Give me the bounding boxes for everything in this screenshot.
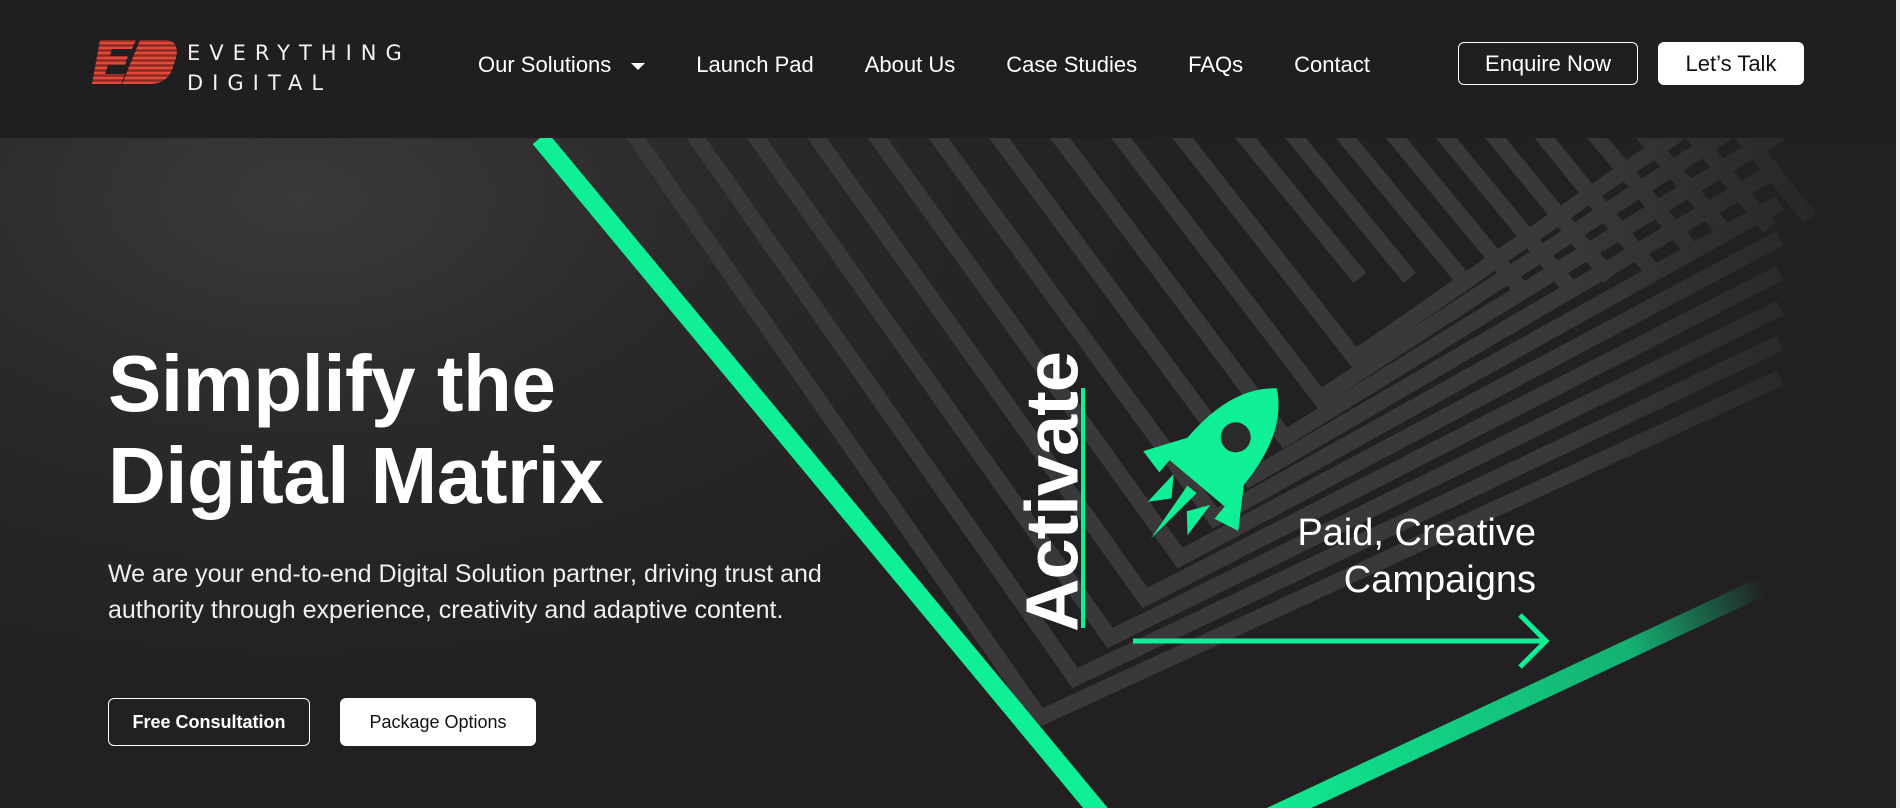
brand-logo[interactable]: EVERYTHING DIGITAL xyxy=(92,38,412,98)
ed-logo-icon xyxy=(92,40,177,84)
nav-item-our-solutions[interactable]: Our Solutions xyxy=(478,52,646,78)
nav-item-case-studies[interactable]: Case Studies xyxy=(1006,52,1137,78)
nav-item-about-us[interactable]: About Us xyxy=(865,52,956,78)
brand-wordmark: EVERYTHING DIGITAL xyxy=(187,38,411,98)
free-consultation-button[interactable]: Free Consultation xyxy=(108,698,310,746)
nav-item-faqs[interactable]: FAQs xyxy=(1188,52,1243,78)
nav-label-about-us: About Us xyxy=(864,52,956,77)
hero-section: Simplify the Digital Matrix We are your … xyxy=(0,138,1896,808)
campaign-line-2: Campaigns xyxy=(1343,559,1536,601)
nav-item-contact[interactable]: Contact xyxy=(1294,52,1370,78)
package-options-button[interactable]: Package Options xyxy=(340,698,536,746)
site-header: EVERYTHING DIGITAL Our Solutions Launch … xyxy=(0,0,1896,138)
nav-label-case-studies: Case Studies xyxy=(1006,52,1138,77)
campaign-line-1: Paid, Creative xyxy=(1297,512,1536,554)
lets-talk-button[interactable]: Let’s Talk xyxy=(1658,42,1804,85)
page: EVERYTHING DIGITAL Our Solutions Launch … xyxy=(0,0,1896,808)
brand-line-2: DIGITAL xyxy=(187,71,333,95)
hero-title-line-2: Digital Matrix xyxy=(108,431,604,520)
hero-description: We are your end-to-end Digital Solution … xyxy=(108,560,822,624)
nav-label-our-solutions: Our Solutions xyxy=(478,52,612,77)
hero-title-line-1: Simplify the xyxy=(108,339,556,428)
main-nav: Our Solutions Launch Pad About Us Case S… xyxy=(478,47,1370,83)
chevron-down-icon[interactable] xyxy=(631,63,646,70)
nav-label-faqs: FAQs xyxy=(1188,52,1244,77)
nav-item-launch-pad[interactable]: Launch Pad xyxy=(696,52,813,78)
hero-title: Simplify the Digital Matrix xyxy=(108,338,604,522)
brand-line-1: EVERYTHING xyxy=(187,41,411,65)
enquire-now-button[interactable]: Enquire Now xyxy=(1458,42,1638,85)
nav-label-launch-pad: Launch Pad xyxy=(696,52,814,77)
scrollbar-track[interactable] xyxy=(1896,0,1900,808)
campaign-text: Paid, Creative Campaigns xyxy=(1200,510,1536,604)
activate-label: Activate xyxy=(1010,352,1094,632)
nav-label-contact: Contact xyxy=(1294,52,1370,77)
